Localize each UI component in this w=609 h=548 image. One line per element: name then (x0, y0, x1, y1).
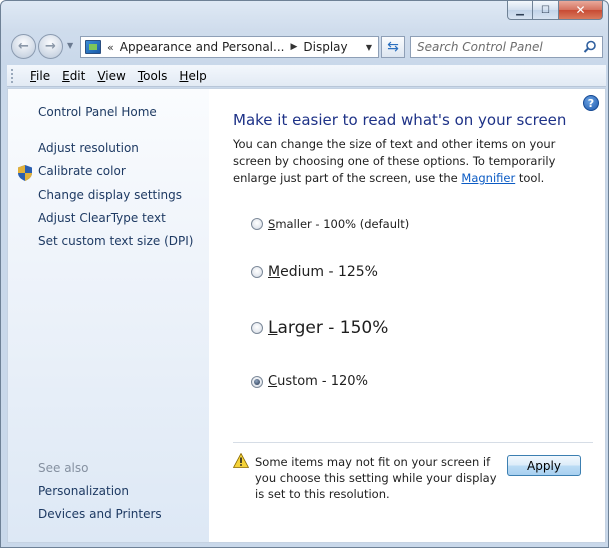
adjust-resolution-link[interactable]: Adjust resolution (38, 141, 139, 155)
close-button[interactable]: ✕ (559, 1, 603, 20)
devices-printers-link[interactable]: Devices and Printers (38, 507, 162, 521)
menu-edit-label: dit (69, 68, 86, 83)
personalization-link[interactable]: Personalization (38, 484, 129, 498)
breadcrumb-appearance[interactable]: Appearance and Personal... (120, 40, 285, 54)
control-panel-icon (85, 40, 101, 54)
refresh-button[interactable]: ⇆ (381, 36, 405, 58)
uac-shield-icon (18, 165, 32, 181)
minimize-button[interactable]: ▁ (507, 1, 533, 20)
control-panel-home-link[interactable]: Control Panel Home (38, 105, 157, 119)
menu-help[interactable]: Help (173, 67, 212, 85)
adjust-cleartype-link[interactable]: Adjust ClearType text (38, 211, 166, 225)
option-medium-accel: M (268, 264, 281, 280)
search-icon[interactable] (583, 40, 597, 54)
page-title: Make it easier to read what's on your sc… (233, 111, 567, 129)
arrow-left-icon: ← (18, 39, 29, 54)
help-icon[interactable]: ? (583, 95, 599, 111)
magnifier-link[interactable]: Magnifier (461, 171, 515, 185)
option-smaller-text: maller - 100% (default) (275, 217, 410, 231)
control-panel-window: ▁ ☐ ✕ ← → ▼ « Appearance and Personal...… (0, 0, 609, 548)
search-input[interactable] (417, 40, 582, 54)
separator (233, 442, 593, 443)
caption-buttons: ▁ ☐ ✕ (507, 1, 603, 21)
apply-button[interactable]: Apply (507, 455, 581, 476)
change-display-settings-link[interactable]: Change display settings (38, 188, 182, 202)
menu-help-label: elp (188, 68, 207, 83)
menu-file[interactable]: File (24, 67, 56, 85)
address-dropdown-button[interactable]: ▼ (360, 37, 378, 57)
see-also-label: See also (38, 461, 89, 475)
radio-custom[interactable] (251, 375, 263, 388)
option-larger[interactable]: Larger - 150% (251, 318, 388, 338)
back-button[interactable]: ← (11, 34, 36, 59)
content-area: Control Panel Home Adjust resolution Cal… (7, 88, 606, 543)
warning-icon (233, 453, 249, 468)
calibrate-color-link[interactable]: Calibrate color (38, 164, 126, 178)
radio-smaller[interactable] (251, 218, 263, 230)
option-custom[interactable]: Custom - 120% (251, 374, 368, 389)
option-medium-label: Medium - 125% (268, 264, 378, 280)
maximize-button[interactable]: ☐ (533, 1, 559, 20)
maximize-icon: ☐ (541, 4, 550, 16)
menu-file-label: ile (36, 68, 51, 83)
breadcrumb-separator-icon[interactable]: ▶ (290, 42, 297, 52)
menu-grip (11, 68, 14, 83)
option-smaller[interactable]: Smaller - 100% (default) (251, 217, 409, 231)
option-medium[interactable]: Medium - 125% (251, 264, 378, 280)
option-medium-text: edium - 125% (280, 264, 378, 280)
recent-pages-dropdown[interactable]: ▼ (67, 41, 73, 50)
custom-dpi-link[interactable]: Set custom text size (DPI) (38, 234, 193, 248)
refresh-icon: ⇆ (387, 39, 399, 55)
close-icon: ✕ (575, 3, 586, 17)
description-tail: tool. (515, 171, 545, 185)
menu-edit[interactable]: Edit (56, 67, 91, 85)
radio-larger[interactable] (251, 322, 263, 334)
warning-message: Some items may not fit on your screen if… (255, 455, 497, 501)
menu-edit-accel: E (62, 68, 70, 83)
menu-view-label: iew (105, 68, 126, 83)
menu-bar: File Edit View Tools Help (7, 65, 606, 87)
option-smaller-label: Smaller - 100% (default) (268, 217, 409, 231)
address-bar[interactable]: « Appearance and Personal... ▶ Display ▼ (80, 36, 379, 58)
chevron-down-icon: ▼ (67, 41, 74, 50)
option-custom-text: ustom - 120% (277, 374, 368, 389)
chevron-down-icon: ▼ (365, 42, 373, 52)
forward-button[interactable]: → (38, 34, 63, 59)
radio-medium[interactable] (251, 266, 263, 278)
search-box[interactable] (410, 36, 603, 58)
option-custom-accel: C (268, 374, 278, 389)
minimize-icon: ▁ (516, 4, 524, 16)
task-pane: Control Panel Home Adjust resolution Cal… (8, 89, 209, 542)
option-custom-label: Custom - 120% (268, 374, 368, 389)
address-overflow-chevron[interactable]: « (107, 41, 114, 54)
option-larger-label: Larger - 150% (268, 318, 388, 338)
menu-tools[interactable]: Tools (132, 67, 174, 85)
breadcrumb-display[interactable]: Display (303, 40, 347, 54)
option-larger-text: arger - 150% (277, 318, 389, 338)
menu-tools-label: ools (143, 68, 168, 83)
main-pane: ? Make it easier to read what's on your … (209, 89, 605, 542)
menu-view[interactable]: View (91, 67, 131, 85)
navigation-bar: ← → ▼ « Appearance and Personal... ▶ Dis… (1, 31, 608, 61)
page-description: You can change the size of text and othe… (233, 136, 593, 187)
arrow-right-icon: → (45, 39, 56, 54)
